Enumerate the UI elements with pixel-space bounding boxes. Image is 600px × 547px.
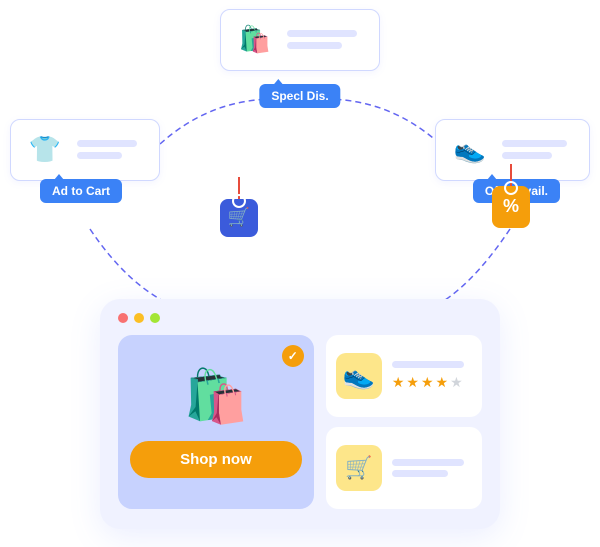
dot-yellow bbox=[134, 313, 144, 323]
cart-image: 🛒 bbox=[336, 445, 382, 491]
cart-icon: 🛒 bbox=[228, 207, 250, 228]
product-card: 👟 ★ ★ ★ ★ ★ bbox=[326, 335, 482, 417]
star-4: ★ bbox=[436, 374, 449, 391]
shop-now-button[interactable]: Shop now bbox=[130, 441, 302, 478]
card-line bbox=[77, 152, 122, 159]
cart-product-icon: 🛒 bbox=[345, 455, 372, 481]
browser-window: ✓ 🛍️ Shop now 👟 ★ ★ ★ bbox=[100, 299, 500, 529]
add-to-cart-card: 👕 bbox=[10, 119, 160, 181]
star-2: ★ bbox=[406, 374, 419, 391]
card-line bbox=[502, 152, 552, 159]
card-line bbox=[77, 140, 137, 147]
percent-tag-box: % bbox=[492, 186, 530, 228]
checkmark-badge: ✓ bbox=[282, 345, 304, 367]
card-line bbox=[287, 30, 357, 37]
product-image: 👟 bbox=[336, 353, 382, 399]
detail-line bbox=[392, 470, 448, 477]
cart-tag-box: 🛒 bbox=[220, 199, 258, 237]
cart-card: 🛒 bbox=[326, 427, 482, 509]
card-lines bbox=[502, 140, 567, 159]
cart-details bbox=[392, 459, 472, 477]
dot-green bbox=[150, 313, 160, 323]
star-5: ★ bbox=[450, 374, 463, 391]
special-discount-label: Specl Dis. bbox=[259, 84, 340, 108]
left-panel: ✓ 🛍️ Shop now bbox=[118, 335, 314, 509]
card-line bbox=[287, 42, 342, 49]
browser-dots bbox=[118, 313, 482, 323]
product-details: ★ ★ ★ ★ ★ bbox=[392, 361, 472, 391]
add-to-cart-label: Ad to Cart bbox=[40, 179, 122, 203]
detail-line bbox=[392, 361, 464, 368]
shopping-bag-icon: 🛍️ bbox=[184, 366, 249, 427]
card-lines bbox=[77, 140, 137, 159]
card-lines bbox=[287, 30, 357, 49]
dot-red bbox=[118, 313, 128, 323]
shirt-icon: 👕 bbox=[23, 128, 67, 172]
stars-row: ★ ★ ★ ★ ★ bbox=[392, 374, 472, 391]
cart-hanging-tag: 🛒 bbox=[220, 177, 258, 237]
special-discount-card: 🛍️ bbox=[220, 9, 380, 71]
star-1: ★ bbox=[392, 374, 405, 391]
star-3: ★ bbox=[421, 374, 434, 391]
card-line bbox=[502, 140, 567, 147]
shopping-bags-icon: 🛍️ bbox=[233, 18, 277, 62]
shoe-icon: 👟 bbox=[448, 128, 492, 172]
detail-line bbox=[392, 459, 464, 466]
main-scene: 🛍️ Specl Dis. 👕 Ad to Cart 👟 Offer Avail… bbox=[10, 9, 590, 539]
browser-content: ✓ 🛍️ Shop now 👟 ★ ★ ★ bbox=[118, 335, 482, 509]
right-panel: 👟 ★ ★ ★ ★ ★ bbox=[326, 335, 482, 509]
sneaker-icon: 👟 bbox=[343, 360, 375, 391]
percent-icon: % bbox=[503, 196, 519, 217]
percent-hanging-tag: % bbox=[492, 164, 530, 228]
